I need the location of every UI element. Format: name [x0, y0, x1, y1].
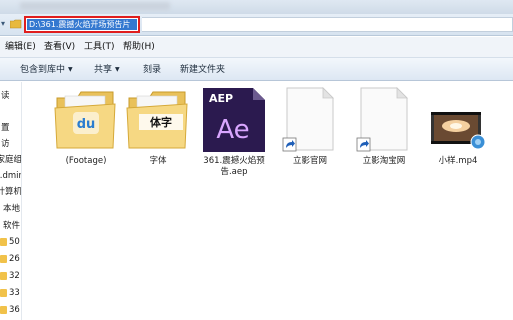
navigation-pane: 读 置 访 家庭组 .dmir 计算机 本地 软件 50 26 32 33 36 [0, 82, 22, 320]
share-label: 共享 [94, 65, 113, 75]
shortcut-icon [356, 87, 408, 152]
file-item[interactable]: 立影官网 [275, 84, 345, 194]
menu-view[interactable]: 查看(V) [44, 41, 75, 53]
chevron-down-icon[interactable]: ▾ [1, 19, 9, 29]
sidebar-item-homegroup[interactable]: 家庭组 [0, 154, 21, 166]
burn-button[interactable]: 刻录 [143, 64, 161, 76]
sidebar-item-folder[interactable]: 36 [0, 304, 21, 316]
video-file-icon [431, 112, 486, 150]
aep-label: AEP [209, 92, 233, 105]
folder-du-icon: du [54, 91, 116, 149]
file-item[interactable]: 立影淘宝网 [349, 84, 419, 194]
sidebar-item-local-disk[interactable]: 本地 [0, 203, 21, 215]
folder-icon [0, 238, 7, 246]
file-name: 立影淘宝网 [362, 156, 406, 166]
new-folder-button[interactable]: 新建文件夹 [180, 64, 225, 76]
sidebar-item-folder[interactable]: 33 [0, 287, 21, 299]
file-item[interactable]: 小样.mp4 [423, 84, 493, 194]
share-button[interactable]: 共享 ▼ [94, 64, 120, 76]
chevron-down-icon: ▼ [115, 66, 120, 73]
shortcut-icon [282, 87, 334, 152]
file-name: (Footage) [65, 156, 107, 166]
menu-edit[interactable]: 编辑(E) [5, 41, 36, 53]
menu-bar: 编辑(E) 查看(V) 工具(T) 帮助(H) [0, 37, 513, 57]
sidebar-item[interactable]: 读 [0, 90, 21, 102]
address-bar: ▾ D:\361.震撼火焰开场预告片 [0, 14, 513, 36]
menu-help[interactable]: 帮助(H) [123, 41, 155, 53]
after-effects-file-icon: AEP Ae [203, 88, 265, 152]
file-item[interactable]: 体字 字体 [123, 84, 193, 194]
folder-icon [0, 306, 7, 314]
window-title-blurred [20, 2, 170, 10]
include-in-library-label: 包含到库中 [20, 65, 66, 75]
sidebar-item-folder[interactable]: 26 [0, 253, 21, 265]
folder-font-icon: 体字 [126, 91, 188, 149]
address-field-remainder[interactable] [142, 17, 513, 32]
ae-logo: Ae [216, 115, 249, 145]
file-item[interactable]: AEP Ae 361.震撼火焰预告.aep [199, 84, 269, 194]
folder-icon [0, 255, 7, 263]
sidebar-item-admin[interactable]: .dmir [0, 170, 21, 182]
menu-tools[interactable]: 工具(T) [84, 41, 115, 53]
font-badge: 体字 [150, 115, 172, 129]
file-name: 小样.mp4 [438, 156, 478, 166]
include-in-library-button[interactable]: 包含到库中 ▼ [20, 64, 73, 76]
title-bar [0, 0, 513, 14]
address-path-field[interactable]: D:\361.震撼火焰开场预告片 [24, 16, 140, 33]
folder-icon [0, 272, 7, 280]
file-name: 字体 [149, 156, 167, 166]
file-name: 361.震撼火焰预告.aep [203, 156, 265, 177]
du-badge: du [77, 117, 96, 132]
file-name: 立影官网 [292, 156, 327, 166]
folder-icon [10, 19, 22, 29]
sidebar-item[interactable]: 访 [0, 138, 21, 150]
chevron-down-icon: ▼ [68, 66, 73, 73]
file-item[interactable]: du (Footage) [51, 84, 121, 194]
file-list: du (Footage) 体字 字体 AEP Ae 361.震撼火焰预告.aep [23, 82, 513, 320]
sidebar-item-software[interactable]: 软件 [0, 220, 21, 232]
sidebar-item[interactable]: 置 [0, 122, 21, 134]
sidebar-item-folder[interactable]: 50 [0, 236, 21, 248]
sidebar-item-computer[interactable]: 计算机 [0, 186, 21, 198]
folder-icon [0, 289, 7, 297]
sidebar-item-folder[interactable]: 32 [0, 270, 21, 282]
address-path-text: D:\361.震撼火焰开场预告片 [27, 19, 137, 30]
toolbar: 包含到库中 ▼ 共享 ▼ 刻录 新建文件夹 [0, 57, 513, 81]
